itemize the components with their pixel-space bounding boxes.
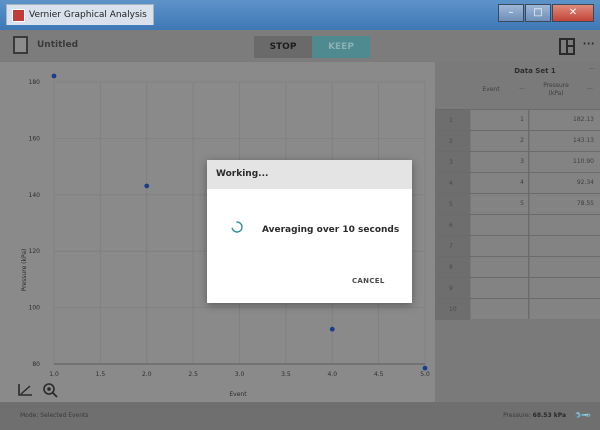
axis-options-icon[interactable] xyxy=(16,382,34,398)
column-menu-icon[interactable]: ··· xyxy=(515,86,529,93)
data-point[interactable] xyxy=(144,183,150,189)
row-number: 9 xyxy=(435,278,470,299)
cell-pressure[interactable]: 78.55 xyxy=(530,194,600,214)
cell-pressure[interactable]: 143.13 xyxy=(530,131,600,151)
column-header-pressure[interactable]: Pressure (kPa) xyxy=(535,82,577,98)
cell-event[interactable]: 3 xyxy=(471,152,529,172)
maximize-button[interactable]: □ xyxy=(525,4,551,22)
row-number: 6 xyxy=(435,215,470,236)
x-tick-label: 1.5 xyxy=(96,371,106,378)
table-row[interactable]: 8 xyxy=(435,256,600,278)
row-number: 7 xyxy=(435,236,470,257)
x-tick-label: 5.0 xyxy=(420,371,430,378)
cell-event[interactable] xyxy=(471,299,529,319)
x-tick-label: 1.0 xyxy=(49,371,59,378)
row-number: 3 xyxy=(435,152,470,173)
data-point[interactable] xyxy=(51,73,57,79)
y-tick-label: 160 xyxy=(29,135,41,142)
zoom-icon[interactable] xyxy=(42,382,60,398)
working-dialog: Working... Averaging over 10 seconds CAN… xyxy=(207,160,412,303)
table-row[interactable]: 6 xyxy=(435,214,600,236)
status-bar: Mode: Selected Events Pressure: 68.53 kP… xyxy=(0,402,600,430)
live-readout: Pressure: 68.53 kPa xyxy=(503,412,566,419)
x-tick-label: 4.5 xyxy=(374,371,384,378)
y-tick-label: 80 xyxy=(32,361,40,368)
cell-pressure[interactable] xyxy=(530,278,600,298)
dialog-message: Averaging over 10 seconds xyxy=(262,225,400,235)
cell-event[interactable]: 1 xyxy=(471,110,529,130)
row-number: 5 xyxy=(435,194,470,215)
cell-pressure[interactable] xyxy=(530,257,600,277)
readout-value: 68.53 kPa xyxy=(532,412,566,419)
dataset-menu-icon[interactable]: ··· xyxy=(585,66,599,73)
table-row[interactable]: 10 xyxy=(435,298,600,320)
cell-pressure[interactable] xyxy=(530,215,600,235)
cancel-button[interactable]: CANCEL xyxy=(352,277,385,285)
y-tick-label: 120 xyxy=(29,248,41,255)
x-tick-label: 2.0 xyxy=(142,371,152,378)
cell-pressure[interactable] xyxy=(530,236,600,256)
row-number: 1 xyxy=(435,110,470,131)
table-row[interactable]: 1 1 182.13 xyxy=(435,109,600,131)
row-number: 10 xyxy=(435,299,470,320)
toolbar: Untitled STOP KEEP ··· xyxy=(0,30,600,62)
cell-pressure[interactable]: 182.13 xyxy=(530,110,600,130)
more-options-icon[interactable]: ··· xyxy=(582,34,595,53)
cell-event[interactable]: 2 xyxy=(471,131,529,151)
cell-event[interactable] xyxy=(471,257,529,277)
cell-pressure[interactable] xyxy=(530,299,600,319)
table-row[interactable]: 2 2 143.13 xyxy=(435,130,600,152)
row-number: 8 xyxy=(435,257,470,278)
column-menu-icon[interactable]: ··· xyxy=(583,86,597,93)
window-controls: – □ ✕ xyxy=(498,4,594,22)
y-axis-label: Pressure (kPa) xyxy=(21,249,28,292)
app-icon xyxy=(12,9,25,22)
table-row[interactable]: 9 xyxy=(435,277,600,299)
table-row[interactable]: 5 5 78.55 xyxy=(435,193,600,215)
table-row[interactable]: 7 xyxy=(435,235,600,257)
file-title[interactable]: Untitled xyxy=(37,40,78,50)
x-axis-label: Event xyxy=(229,391,247,398)
y-tick-label: 100 xyxy=(29,305,41,312)
cell-event[interactable]: 4 xyxy=(471,173,529,193)
row-number: 4 xyxy=(435,173,470,194)
row-number: 2 xyxy=(435,131,470,152)
dataset-title[interactable]: Data Set 1 xyxy=(470,67,600,75)
readout-label: Pressure: xyxy=(503,412,531,419)
spinner-icon xyxy=(231,221,243,233)
data-table: Data Set 1 ··· Event ··· Pressure (kPa) … xyxy=(435,62,600,402)
x-tick-label: 2.5 xyxy=(188,371,198,378)
x-tick-label: 3.5 xyxy=(281,371,291,378)
data-point[interactable] xyxy=(329,326,335,332)
layout-icon[interactable] xyxy=(559,38,575,55)
cell-pressure[interactable]: 110.90 xyxy=(530,152,600,172)
file-icon[interactable] xyxy=(13,36,28,54)
keep-button[interactable]: KEEP xyxy=(312,36,370,58)
window-tab: Vernier Graphical Analysis xyxy=(6,4,154,25)
x-tick-label: 3.0 xyxy=(235,371,245,378)
data-point[interactable] xyxy=(422,365,428,371)
dialog-title: Working... xyxy=(207,160,412,189)
close-button[interactable]: ✕ xyxy=(552,4,594,22)
title-bar: Vernier Graphical Analysis – □ ✕ xyxy=(0,0,600,30)
window-title: Vernier Graphical Analysis xyxy=(29,10,147,20)
wrench-icon[interactable]: 🔧 xyxy=(574,406,593,425)
cell-event[interactable] xyxy=(471,215,529,235)
table-row[interactable]: 3 3 110.90 xyxy=(435,151,600,173)
stop-button[interactable]: STOP xyxy=(254,36,312,58)
y-tick-label: 140 xyxy=(29,192,41,199)
cell-event[interactable]: 5 xyxy=(471,194,529,214)
minimize-button[interactable]: – xyxy=(498,4,524,22)
y-tick-label: 180 xyxy=(29,79,41,86)
x-tick-label: 4.0 xyxy=(327,371,337,378)
cell-pressure[interactable]: 92.34 xyxy=(530,173,600,193)
cell-event[interactable] xyxy=(471,236,529,256)
cell-event[interactable] xyxy=(471,278,529,298)
table-row[interactable]: 4 4 92.34 xyxy=(435,172,600,194)
column-header-event[interactable]: Event xyxy=(471,86,511,93)
collection-mode[interactable]: Mode: Selected Events xyxy=(20,412,89,419)
